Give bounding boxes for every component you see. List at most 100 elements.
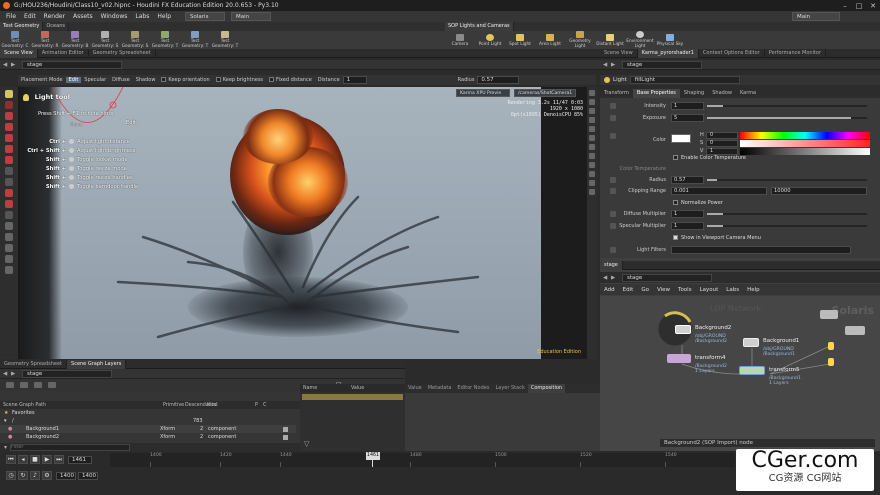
light-bulb-icon[interactable] [5, 90, 13, 98]
tab-base-properties[interactable]: Base Properties [632, 89, 680, 98]
display-icon[interactable] [589, 135, 595, 141]
brush-icon[interactable] [5, 167, 13, 175]
pencil-icon[interactable] [610, 115, 616, 121]
filter-funnel-icon[interactable]: ▽ [304, 440, 309, 448]
viewer-path-field[interactable]: stage [22, 60, 122, 69]
display-icon[interactable] [589, 99, 595, 105]
param-path-field[interactable]: stage [622, 60, 702, 69]
node-transform5[interactable] [739, 366, 765, 375]
pencil-icon[interactable] [610, 188, 616, 194]
attribute-highlight-row[interactable] [302, 394, 403, 400]
menu-labs[interactable]: Labs [131, 13, 153, 20]
pencil-icon[interactable] [610, 211, 616, 217]
shelf-tool-area-light[interactable]: Area Light [535, 33, 565, 47]
tab-value[interactable]: Value [405, 384, 425, 393]
diffuse-field[interactable]: 1 [671, 210, 704, 218]
handle-icon[interactable] [5, 145, 13, 153]
right-desktop-dropdown[interactable]: Main [792, 12, 840, 21]
jump-start-icon[interactable]: ⏮ [6, 455, 16, 464]
net-menu-tools[interactable]: Tools [674, 287, 696, 293]
network-path-field[interactable]: stage [622, 273, 712, 282]
distance-field[interactable]: 1 [342, 76, 367, 84]
col-c[interactable]: C [260, 403, 268, 408]
collapse-icon[interactable] [20, 382, 28, 388]
visibility-icon[interactable] [283, 435, 288, 440]
snap-icon[interactable] [5, 233, 13, 241]
net-menu-edit[interactable]: Edit [619, 287, 638, 293]
pencil-icon[interactable] [610, 223, 616, 229]
layout-icon[interactable] [5, 211, 13, 219]
expand-arrow-icon[interactable]: ▾ [4, 418, 7, 424]
tab-editor-nodes[interactable]: Editor Nodes [454, 384, 492, 393]
attr-col-value[interactable]: Value [348, 386, 367, 391]
pencil-icon[interactable] [610, 103, 616, 109]
col-primitive[interactable]: Primitive [160, 403, 184, 408]
shelf-tool-test-geo[interactable]: Test Geometry: T [180, 31, 210, 49]
specular-field[interactable]: 1 [671, 222, 704, 230]
back-arrow-icon[interactable]: ◀ [603, 62, 611, 68]
net-menu-layout[interactable]: Layout [696, 287, 723, 293]
tab-geometry-spreadsheet-2[interactable]: Geometry Spreadsheet [0, 359, 68, 369]
shelf-tab-test-geometry[interactable]: Test Geometry [0, 22, 44, 31]
clipping-max-field[interactable]: 10000 [771, 187, 867, 195]
shelf-tool-test-geo[interactable]: Test Geometry: C [0, 31, 30, 49]
menu-windows[interactable]: Windows [97, 13, 132, 20]
options-icon[interactable] [48, 382, 56, 388]
tab-performance-monitor[interactable]: Performance Monitor [765, 48, 827, 58]
realtime-icon[interactable]: ◷ [6, 471, 16, 480]
node-right-2[interactable] [845, 326, 865, 335]
hue-gradient[interactable] [740, 131, 870, 139]
maximize-icon[interactable]: □ [852, 2, 866, 10]
shelf-tool-test-geo[interactable]: Test Geometry: S [120, 31, 150, 49]
range-start-field[interactable]: 1400 [56, 471, 76, 480]
tab-shadow[interactable]: Shadow [708, 89, 736, 98]
range-end-field[interactable]: 1400 [78, 471, 98, 480]
attr-col-name[interactable]: Name [300, 386, 348, 391]
camera-dropdown[interactable]: /cameras/ShotCamera1 [514, 89, 576, 97]
display-icon[interactable] [589, 180, 595, 186]
tab-stage[interactable]: stage [600, 260, 623, 270]
display-icon[interactable] [589, 126, 595, 132]
enable-color-temp-checkbox[interactable] [673, 155, 678, 160]
scene-viewport[interactable]: Light tool Press Shift + F1 to hide hint… [18, 87, 587, 359]
tab-geometry-spreadsheet[interactable]: Geometry Spreadsheet [89, 48, 156, 58]
table-row[interactable]: ▾ / 783 [0, 417, 296, 425]
shelf-tool-spot-light[interactable]: Spot Light [505, 33, 535, 47]
play-icon[interactable]: ▶ [42, 455, 52, 464]
shelf-tab-lights-cameras[interactable]: SOP Lights and Cameras [445, 22, 514, 31]
mode-specular-button[interactable]: Specular [81, 77, 109, 83]
display-icon[interactable] [589, 171, 595, 177]
shelf-tool-test-geo[interactable]: Test Geometry: B [60, 31, 90, 49]
col-path[interactable]: Scene Graph Path [0, 403, 160, 408]
forward-arrow-icon[interactable]: ▶ [611, 62, 619, 68]
color-swatch[interactable] [671, 134, 691, 143]
scene-graph-path-field[interactable]: stage [22, 369, 112, 378]
tab-scene-view-2[interactable]: Scene View [600, 48, 638, 58]
table-row[interactable]: ★ Favorites [0, 409, 296, 417]
mode-edit-button[interactable]: Edit [65, 77, 82, 83]
headphone-icon[interactable] [5, 200, 13, 208]
network-canvas[interactable]: Solaris LOP Network Background2 /obj/GRO… [600, 296, 880, 451]
tab-composition[interactable]: Composition [527, 384, 566, 393]
net-menu-go[interactable]: Go [637, 287, 653, 293]
menu-file[interactable]: File [2, 13, 20, 20]
forward-arrow-icon[interactable]: ▶ [611, 275, 619, 281]
node-right-1[interactable] [820, 310, 838, 319]
rotate-icon[interactable] [5, 123, 13, 131]
forward-arrow-icon[interactable]: ▶ [11, 62, 19, 68]
back-arrow-icon[interactable]: ◀ [603, 275, 611, 281]
node-background2[interactable] [675, 325, 691, 334]
menu-assets[interactable]: Assets [69, 13, 97, 20]
back-arrow-icon[interactable]: ◀ [3, 371, 11, 377]
tab-scene-graph-layers[interactable]: Scene Graph Layers [67, 359, 127, 369]
pencil-icon[interactable] [610, 247, 616, 253]
magnet-icon[interactable] [5, 189, 13, 197]
forward-arrow-icon[interactable]: ▶ [11, 371, 19, 377]
current-frame-field[interactable]: 1461 [68, 455, 92, 464]
context-dropdown[interactable]: Main [231, 12, 272, 21]
close-icon[interactable]: ✕ [866, 2, 880, 10]
menu-render[interactable]: Render [40, 13, 69, 20]
menu-help[interactable]: Help [153, 13, 175, 20]
minimize-icon[interactable]: – [838, 2, 852, 10]
shelf-tool-environment-light[interactable]: Environment Light [625, 31, 655, 49]
